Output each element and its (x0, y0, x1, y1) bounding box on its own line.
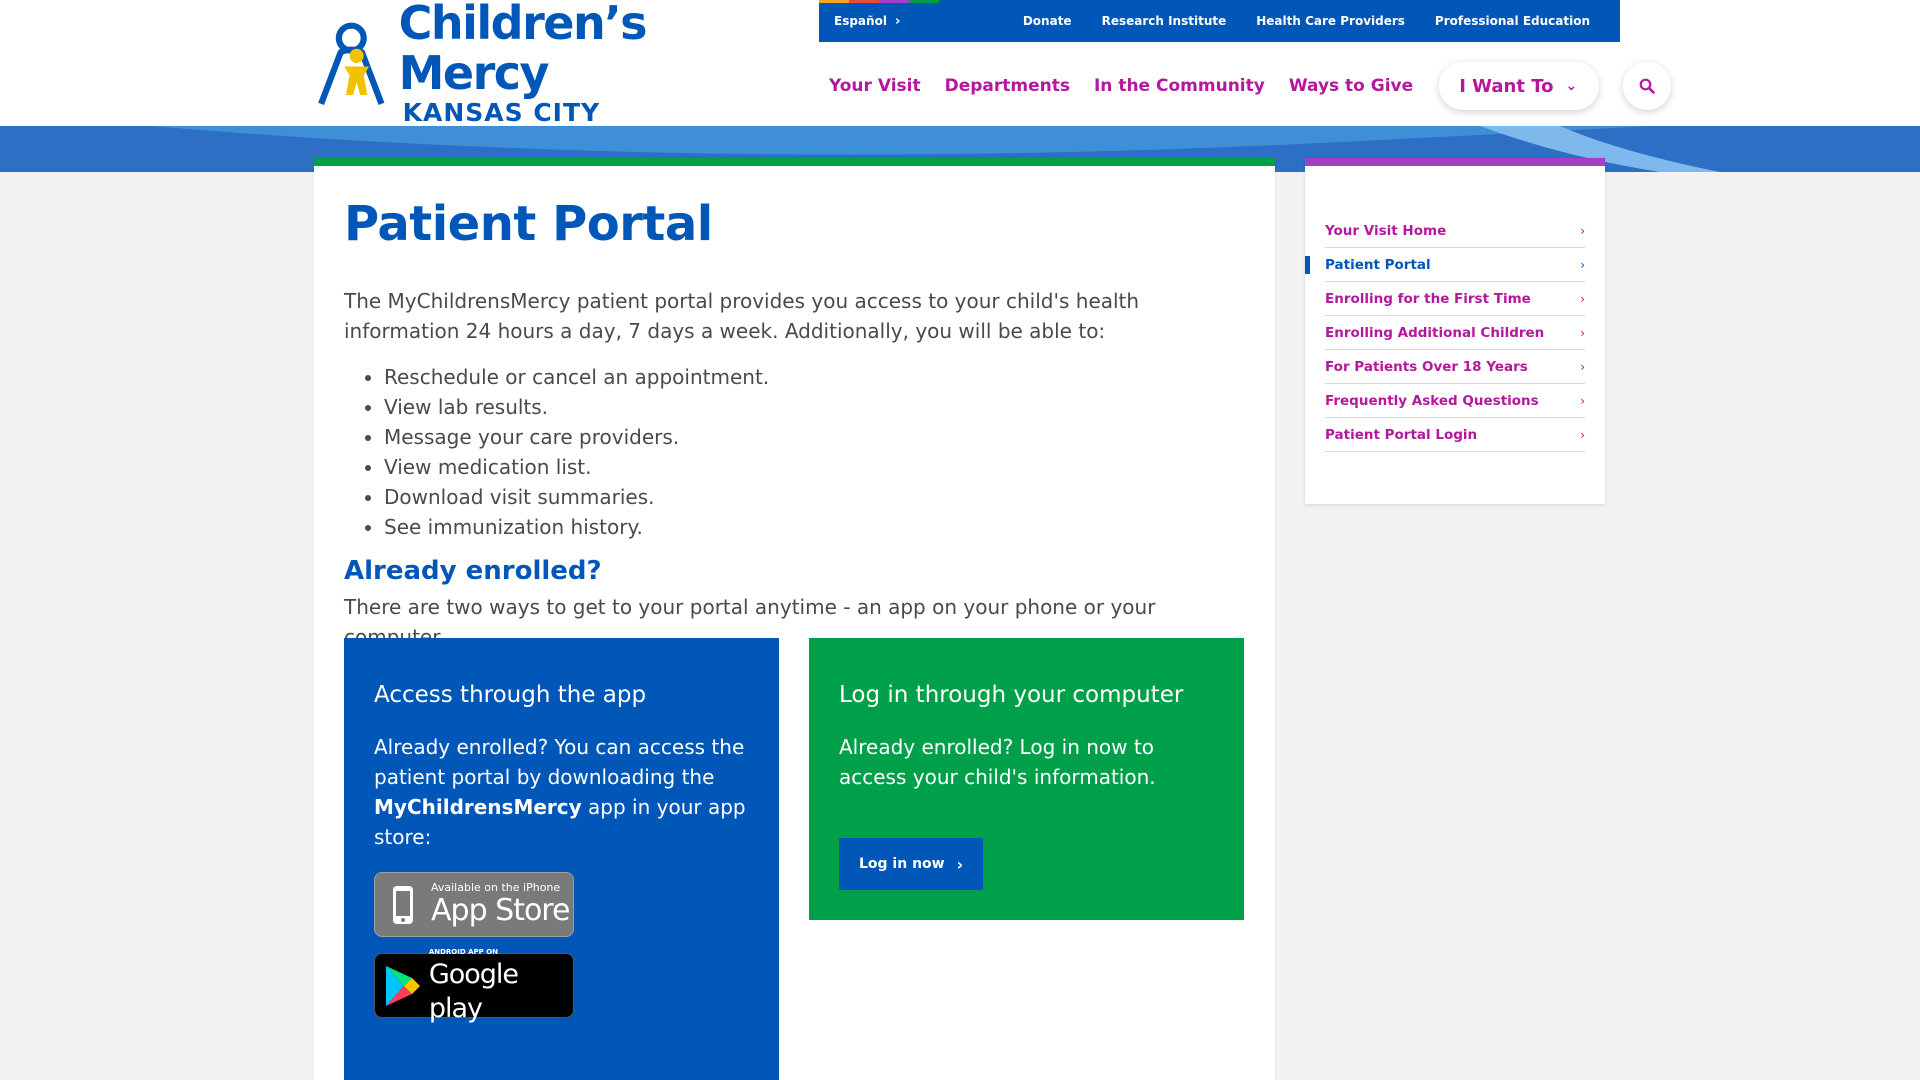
chevron-right-icon: › (1580, 393, 1585, 408)
stripe-segment (909, 0, 939, 3)
utility-link-donate[interactable]: Donate (1023, 14, 1072, 28)
chevron-down-icon: ⌄ (1565, 78, 1578, 94)
main-nav: Your Visit Departments In the Community … (829, 62, 1672, 110)
language-toggle[interactable]: Español › (834, 0, 900, 42)
nav-in-the-community[interactable]: In the Community (1094, 76, 1265, 96)
page-title: Patient Portal (344, 196, 713, 252)
utility-bar: Español › Donate Research Institute Heal… (819, 0, 1620, 42)
sidebar-item-frequently-asked-questions[interactable]: Frequently Asked Questions › (1325, 384, 1585, 418)
app-name: MyChildrensMercy (374, 795, 582, 819)
sidebar-item-your-visit-home[interactable]: Your Visit Home › (1325, 214, 1585, 248)
chevron-right-icon: › (1580, 325, 1585, 340)
utility-links: Donate Research Institute Health Care Pr… (1023, 0, 1590, 42)
computer-panel-heading: Log in through your computer (839, 682, 1184, 708)
google-play-badge[interactable]: ANDROID APP ON Google play (374, 948, 574, 1024)
list-item: Download visit summaries. (384, 482, 1244, 512)
chevron-right-icon: › (1580, 223, 1585, 238)
sidebar-item-label: Patient Portal Login (1325, 426, 1478, 443)
utility-link-professional-education[interactable]: Professional Education (1435, 14, 1590, 28)
list-item: View lab results. (384, 392, 1244, 422)
chevron-right-icon: › (1580, 427, 1585, 442)
log-in-now-button[interactable]: Log in now › (839, 838, 984, 890)
sidebar-nav: Your Visit Home › Patient Portal › Enrolling… (1305, 214, 1585, 452)
logo-line-2: KANSAS CITY (402, 98, 601, 127)
sidebar-item-label: Enrolling Additional Children (1325, 324, 1545, 341)
utility-link-research-institute[interactable]: Research Institute (1102, 14, 1227, 28)
google-play-big-text: Google play (428, 958, 519, 1024)
play-triangle-icon (385, 965, 420, 1006)
sidebar-item-for-patients-over-18-years[interactable]: For Patients Over 18 Years › (1325, 350, 1585, 384)
i-want-to-dropdown[interactable]: I Want To ⌄ (1439, 62, 1600, 110)
nav-departments[interactable]: Departments (945, 76, 1070, 96)
search-button[interactable] (1623, 62, 1672, 110)
phone-icon (393, 885, 413, 924)
app-panel-text-before: Already enrolled? You can access the pat… (374, 735, 745, 789)
chevron-right-icon: › (956, 854, 964, 874)
log-in-now-label: Log in now (859, 856, 945, 872)
app-access-panel: Access through the app Already enrolled?… (344, 638, 779, 1080)
search-icon (1639, 78, 1655, 94)
i-want-to-label: I Want To (1459, 75, 1554, 97)
logo-line-1: Children’s Mercy (398, 0, 648, 100)
chevron-right-icon: › (1580, 257, 1585, 272)
google-play-small-text: ANDROID APP ON (428, 947, 499, 956)
language-label: Español (834, 14, 887, 28)
site-header: Children’s Mercy KANSAS CITY Español › D… (0, 0, 1920, 127)
intro-paragraph: The MyChildrensMercy patient portal prov… (344, 289, 1140, 343)
utility-link-health-care-providers[interactable]: Health Care Providers (1256, 14, 1405, 28)
main-content-card: Patient Portal The MyChildrensMercy pati… (314, 158, 1275, 1080)
sidebar-item-enrolling-additional-children[interactable]: Enrolling Additional Children › (1325, 316, 1585, 350)
nav-your-visit[interactable]: Your Visit (829, 76, 921, 96)
sidebar-item-patient-portal[interactable]: Patient Portal › (1305, 248, 1585, 282)
computer-login-panel: Log in through your computer Already enr… (809, 638, 1244, 920)
chevron-right-icon: › (1580, 359, 1585, 374)
list-item: See immunization history. (384, 512, 1244, 542)
chevron-right-icon: › (1580, 291, 1585, 306)
already-enrolled-heading: Already enrolled? (344, 556, 602, 586)
app-panel-heading: Access through the app (374, 682, 647, 708)
app-panel-text: Already enrolled? You can access the pat… (374, 732, 749, 852)
logo-mark-icon (318, 22, 385, 105)
sidebar-item-label: For Patients Over 18 Years (1325, 358, 1528, 375)
app-store-small-text: Available on the iPhone (431, 880, 561, 894)
app-store-big-text: App Store (431, 892, 570, 928)
sidebar-item-label: Frequently Asked Questions (1325, 392, 1539, 409)
section-sidebar: Your Visit Home › Patient Portal › Enrolling… (1305, 158, 1605, 504)
sidebar-item-label: Patient Portal (1325, 256, 1431, 273)
nav-ways-to-give[interactable]: Ways to Give (1289, 76, 1413, 96)
list-item: View medication list. (384, 452, 1244, 482)
list-item: Message your care providers. (384, 422, 1244, 452)
benefits-list: Reschedule or cancel an appointment. Vie… (384, 362, 1244, 542)
list-item: Reschedule or cancel an appointment. (384, 362, 1244, 392)
logo-wordmark: Children’s Mercy KANSAS CITY (399, 0, 764, 128)
sidebar-item-label: Enrolling for the First Time (1325, 290, 1531, 307)
site-logo[interactable]: Children’s Mercy KANSAS CITY (314, 0, 764, 127)
sidebar-item-enrolling-for-the-first-time[interactable]: Enrolling for the First Time › (1325, 282, 1585, 316)
computer-panel-text: Already enrolled? Log in now to access y… (839, 735, 1156, 789)
chevron-right-icon: › (894, 13, 901, 29)
sidebar-item-label: Your Visit Home (1325, 222, 1447, 239)
sidebar-item-patient-portal-login[interactable]: Patient Portal Login › (1325, 418, 1585, 452)
app-store-badge[interactable]: Available on the iPhone App Store (374, 872, 574, 937)
